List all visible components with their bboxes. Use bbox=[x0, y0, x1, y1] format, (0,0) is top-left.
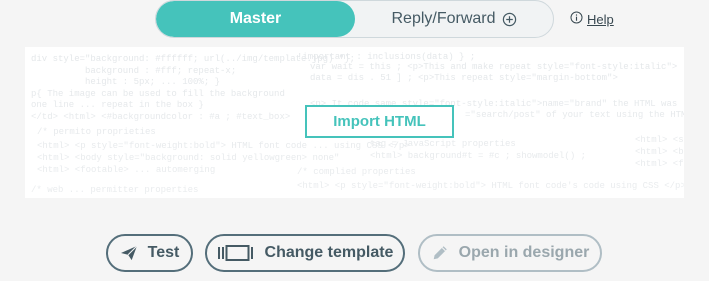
tab-master-label: Master bbox=[229, 10, 282, 27]
tab-master[interactable]: Master bbox=[156, 1, 355, 37]
test-label: Test bbox=[147, 244, 180, 261]
change-template-label: Change template bbox=[264, 244, 394, 261]
open-in-designer-label: Open in designer bbox=[458, 244, 590, 261]
paper-plane-icon bbox=[120, 245, 138, 261]
test-button[interactable]: Test bbox=[106, 234, 193, 272]
pencil-icon bbox=[431, 244, 449, 262]
help-link[interactable]: Help bbox=[570, 11, 614, 27]
tab-reply-forward[interactable]: Reply/Forward bbox=[355, 1, 553, 37]
import-html-button[interactable]: Import HTML bbox=[305, 105, 454, 138]
import-html-label: Import HTML bbox=[333, 113, 426, 130]
plus-circle-icon bbox=[502, 12, 517, 27]
editor-preview: div style="background: #ffffff; url(../i… bbox=[25, 47, 684, 198]
template-icon bbox=[217, 244, 255, 262]
tab-reply-forward-label: Reply/Forward bbox=[391, 10, 496, 27]
mode-toggle: Master Reply/Forward bbox=[155, 0, 554, 38]
info-icon bbox=[570, 11, 583, 27]
change-template-button[interactable]: Change template bbox=[205, 234, 405, 272]
help-label: Help bbox=[587, 11, 614, 27]
open-in-designer-button[interactable]: Open in designer bbox=[418, 234, 602, 272]
